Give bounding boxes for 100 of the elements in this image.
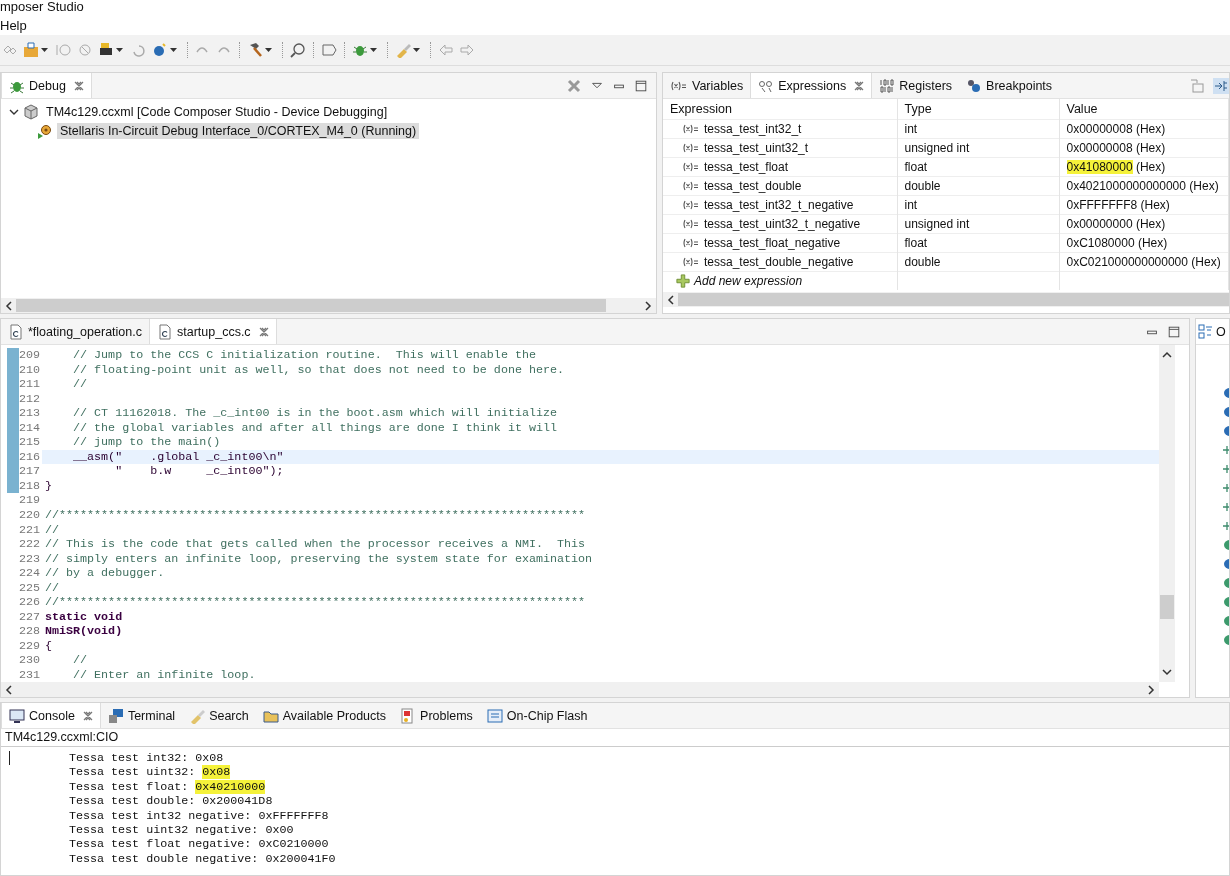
scroll-up-icon[interactable] [1162, 351, 1172, 358]
line-number: 221 [19, 522, 42, 538]
view-tab[interactable]: Expressions [750, 73, 873, 98]
code-line: // CT 11162018. The _c_int00 is in the boot.asm which will initialize [72, 406, 558, 421]
expression-name: tessa_test_uint32_t_negative [704, 217, 861, 231]
binary-icon [879, 77, 896, 94]
scroll-left-icon[interactable] [667, 294, 674, 305]
value-cell: 0xFFFFFFF8 (Hex) [1059, 195, 1229, 215]
console-line: Tessa test float negative: 0xC0210000 [69, 837, 330, 852]
scroll-down-icon[interactable] [1162, 669, 1172, 676]
view-tab[interactable]: *floating_operation.c [1, 319, 149, 344]
chip-icon[interactable] [98, 42, 114, 58]
type-cell: double [897, 252, 1059, 272]
maximize-icon[interactable] [634, 78, 648, 93]
line-number: 214 [19, 420, 42, 436]
tree-item[interactable]: Stellaris In-Circuit Debug Interface_0/CORTEX_M4_0 (Running) [57, 122, 420, 139]
terminal-icon [107, 707, 124, 724]
close-icon[interactable] [258, 326, 269, 337]
line-number: 226 [19, 595, 42, 610]
code-line: //*************************************************************************** [45, 508, 587, 522]
dropdown-caret-icon[interactable] [265, 48, 272, 52]
column-header[interactable]: Value [1059, 99, 1229, 120]
code-line: // by a debugger. [45, 566, 166, 581]
view-tab[interactable]: Available Products [255, 703, 394, 728]
view-tab[interactable]: O [1196, 319, 1228, 344]
code-line: } [45, 478, 53, 493]
outline-icon [1198, 323, 1214, 340]
scroll-right-icon[interactable] [1148, 684, 1155, 695]
code-line: // Enter an infinite loop. [72, 668, 257, 682]
cube-icon [23, 103, 39, 120]
view-tab[interactable]: On-Chip Flash [479, 703, 595, 728]
code-line: { [45, 638, 53, 653]
type-cell: float [897, 157, 1059, 177]
console-source: TM4c129.ccxml:CIO [1, 729, 1229, 747]
menu-item[interactable]: Help [0, 17, 27, 34]
variable-icon [682, 219, 700, 229]
column-header[interactable]: Type [897, 99, 1059, 120]
close-icon[interactable] [73, 80, 84, 91]
code-line: //*************************************************************************** [45, 595, 587, 610]
console-line: Tessa test uint32: 0x08 [69, 765, 232, 780]
code-line: // [45, 522, 61, 537]
running-target-icon [37, 122, 53, 139]
dropdown-caret-icon[interactable] [116, 48, 123, 52]
scroll-left-icon[interactable] [5, 684, 12, 695]
line-number: 231 [19, 668, 42, 682]
view-tab[interactable]: startup_ccs.c [149, 319, 277, 344]
view-tab[interactable]: Search [182, 703, 256, 728]
console-line: Tessa test float: 0x40210000 [69, 779, 267, 795]
scroll-left-icon[interactable] [5, 300, 12, 311]
line-number: 210 [19, 362, 42, 378]
dropdown-caret-icon[interactable] [41, 48, 48, 52]
expression-name: tessa_test_uint32_t [704, 141, 809, 155]
view-tab[interactable]: Breakpoints [959, 73, 1060, 98]
sphere-icon[interactable] [152, 42, 168, 58]
view-tab[interactable]: Terminal [100, 703, 183, 728]
memory-icon [486, 707, 503, 724]
line-number: 213 [19, 406, 42, 421]
view-tab[interactable]: Registers [872, 73, 960, 98]
dropdown-caret-icon[interactable] [413, 48, 420, 52]
tree-item[interactable]: TM4c129.ccxml [Code Composer Studio - Device Debugging] [43, 103, 391, 120]
close-icon[interactable] [82, 710, 93, 721]
type-cell: float [897, 233, 1059, 253]
close-icon[interactable] [854, 80, 865, 91]
view-tab[interactable]: Variables [663, 73, 751, 98]
view-tab[interactable]: Debug [1, 73, 92, 98]
view-tab[interactable]: Console [1, 703, 101, 728]
line-number: 219 [19, 493, 42, 508]
column-header[interactable]: Expression [663, 99, 897, 120]
code-line: __asm(" .global _c_int00\n" [72, 449, 285, 464]
dropdown-caret-icon[interactable] [170, 48, 177, 52]
line-number: 224 [19, 566, 42, 581]
search-icon[interactable] [290, 42, 306, 58]
add-expression-link[interactable]: Add new expression [694, 274, 803, 288]
code-line: // jump to the main() [72, 435, 222, 450]
scroll-right-icon[interactable] [645, 300, 652, 311]
tag-icon[interactable] [321, 42, 337, 58]
c-file-icon [8, 323, 24, 340]
code-line: // the global variables and after all things are done I think it will [72, 420, 558, 435]
remove-all-icon[interactable] [566, 77, 582, 94]
line-number: 223 [19, 551, 42, 567]
value-cell: 0x4021000000000000 (Hex) [1059, 176, 1229, 196]
layout-icon[interactable] [1213, 77, 1229, 94]
line-number: 227 [19, 609, 42, 625]
expression-name: tessa_test_double [704, 179, 802, 193]
expression-name: tessa_test_double_negative [704, 255, 854, 269]
add-icon[interactable] [676, 274, 690, 288]
maximize-icon[interactable] [1167, 324, 1181, 339]
code-line: static void [45, 609, 124, 624]
dropdown-caret-icon[interactable] [370, 48, 377, 52]
line-number: 211 [19, 377, 42, 392]
line-number: 217 [19, 464, 42, 479]
console-line: Tessa test int32 negative: 0xFFFFFFF8 [69, 808, 330, 823]
code-line: // floating-point unit as well, so that does not need to be done here. [72, 362, 565, 377]
variable-icon [670, 80, 688, 91]
restart-icon[interactable] [131, 42, 147, 58]
view-tab[interactable]: Problems [393, 703, 480, 728]
variable-icon [682, 257, 700, 267]
console-line: Tessa test double negative: 0x200041F0 [69, 851, 337, 867]
line-number: 225 [19, 580, 42, 596]
breakpoint-icon [966, 77, 983, 94]
